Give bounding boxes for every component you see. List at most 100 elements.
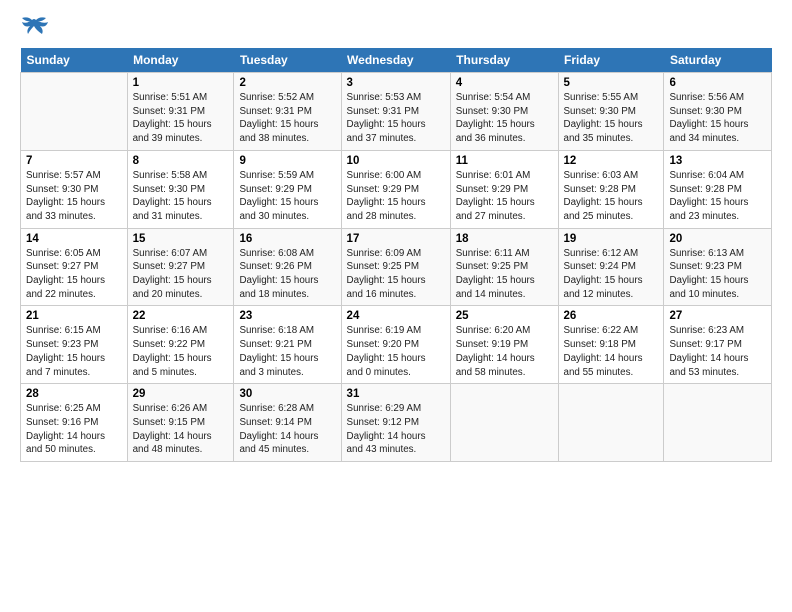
day-number: 1 [133,77,229,89]
calendar-cell: 23Sunrise: 6:18 AMSunset: 9:21 PMDayligh… [234,306,341,384]
day-info: Sunrise: 6:12 AMSunset: 9:24 PMDaylight:… [564,247,659,302]
day-number: 3 [347,77,445,89]
day-info: Sunrise: 6:20 AMSunset: 9:19 PMDaylight:… [456,324,553,379]
day-number: 13 [669,155,766,167]
day-info: Sunrise: 5:53 AMSunset: 9:31 PMDaylight:… [347,91,445,146]
calendar-week-row: 28 Sunrise: 6:25 AMSunset: 9:16 PMDayligh… [21,384,772,462]
calendar-cell: 12 Sunrise: 6:03 AMSunset: 9:28 PMDayligh… [558,150,664,228]
day-number: 26 [564,310,659,322]
calendar-cell: 22 Sunrise: 6:16 AMSunset: 9:22 PMDayligh… [127,306,234,384]
day-number: 25 [456,310,553,322]
day-info: Sunrise: 6:00 AMSunset: 9:29 PMDaylight:… [347,169,445,224]
day-number: 12 [564,155,659,167]
weekday-header: Tuesday [234,48,341,73]
day-number: 22 [133,310,229,322]
weekday-header: Thursday [450,48,558,73]
day-number: 28 [26,388,122,400]
calendar-cell: 29Sunrise: 6:26 AMSunset: 9:15 PMDayligh… [127,384,234,462]
calendar-cell [21,73,128,151]
day-number: 27 [669,310,766,322]
day-number: 21 [26,310,122,322]
calendar-cell: 20 Sunrise: 6:13 AMSunset: 9:23 PMDayligh… [664,228,772,306]
day-number: 19 [564,233,659,245]
day-info: Sunrise: 6:28 AMSunset: 9:14 PMDaylight:… [239,402,335,457]
day-info: Sunrise: 6:15 AMSunset: 9:23 PMDaylight:… [26,324,122,379]
calendar-cell: 27 Sunrise: 6:23 AMSunset: 9:17 PMDayligh… [664,306,772,384]
calendar-cell: 1 Sunrise: 5:51 AMSunset: 9:31 PMDaylight… [127,73,234,151]
logo-bird-icon [22,16,50,38]
day-number: 7 [26,155,122,167]
calendar-cell: 19 Sunrise: 6:12 AMSunset: 9:24 PMDayligh… [558,228,664,306]
calendar-cell: 21 Sunrise: 6:15 AMSunset: 9:23 PMDayligh… [21,306,128,384]
logo [20,16,52,38]
calendar-cell: 7Sunrise: 5:57 AMSunset: 9:30 PMDaylight… [21,150,128,228]
calendar-cell: 13 Sunrise: 6:04 AMSunset: 9:28 PMDayligh… [664,150,772,228]
weekday-header: Friday [558,48,664,73]
day-number: 6 [669,77,766,89]
calendar-table: SundayMondayTuesdayWednesdayThursdayFrid… [20,48,772,462]
calendar-cell: 6Sunrise: 5:56 AMSunset: 9:30 PMDaylight… [664,73,772,151]
calendar-cell: 30 Sunrise: 6:28 AMSunset: 9:14 PMDayligh… [234,384,341,462]
calendar-week-row: 1 Sunrise: 5:51 AMSunset: 9:31 PMDaylight… [21,73,772,151]
calendar-week-row: 21 Sunrise: 6:15 AMSunset: 9:23 PMDayligh… [21,306,772,384]
day-info: Sunrise: 5:59 AMSunset: 9:29 PMDaylight:… [239,169,335,224]
calendar-cell: 24 Sunrise: 6:19 AMSunset: 9:20 PMDayligh… [341,306,450,384]
day-info: Sunrise: 6:05 AMSunset: 9:27 PMDaylight:… [26,247,122,302]
day-info: Sunrise: 6:25 AMSunset: 9:16 PMDaylight:… [26,402,122,457]
day-number: 15 [133,233,229,245]
day-number: 17 [347,233,445,245]
calendar-cell: 25 Sunrise: 6:20 AMSunset: 9:19 PMDayligh… [450,306,558,384]
day-info: Sunrise: 6:11 AMSunset: 9:25 PMDaylight:… [456,247,553,302]
page: SundayMondayTuesdayWednesdayThursdayFrid… [0,0,792,612]
day-number: 14 [26,233,122,245]
calendar-cell: 16 Sunrise: 6:08 AMSunset: 9:26 PMDayligh… [234,228,341,306]
day-info: Sunrise: 6:13 AMSunset: 9:23 PMDaylight:… [669,247,766,302]
day-info: Sunrise: 6:23 AMSunset: 9:17 PMDaylight:… [669,324,766,379]
calendar-cell: 5Sunrise: 5:55 AMSunset: 9:30 PMDaylight… [558,73,664,151]
logo-text [20,16,52,38]
calendar-cell: 14 Sunrise: 6:05 AMSunset: 9:27 PMDayligh… [21,228,128,306]
day-info: Sunrise: 5:54 AMSunset: 9:30 PMDaylight:… [456,91,553,146]
calendar-cell: 2 Sunrise: 5:52 AMSunset: 9:31 PMDaylight… [234,73,341,151]
calendar-cell: 26 Sunrise: 6:22 AMSunset: 9:18 PMDayligh… [558,306,664,384]
calendar-cell: 11Sunrise: 6:01 AMSunset: 9:29 PMDayligh… [450,150,558,228]
day-info: Sunrise: 6:19 AMSunset: 9:20 PMDaylight:… [347,324,445,379]
calendar-cell [558,384,664,462]
day-number: 8 [133,155,229,167]
calendar-cell: 31Sunrise: 6:29 AMSunset: 9:12 PMDayligh… [341,384,450,462]
day-info: Sunrise: 5:51 AMSunset: 9:31 PMDaylight:… [133,91,229,146]
day-info: Sunrise: 5:52 AMSunset: 9:31 PMDaylight:… [239,91,335,146]
calendar-cell: 17 Sunrise: 6:09 AMSunset: 9:25 PMDayligh… [341,228,450,306]
day-info: Sunrise: 6:03 AMSunset: 9:28 PMDaylight:… [564,169,659,224]
day-info: Sunrise: 5:55 AMSunset: 9:30 PMDaylight:… [564,91,659,146]
day-number: 2 [239,77,335,89]
weekday-header: Wednesday [341,48,450,73]
day-number: 11 [456,155,553,167]
day-number: 9 [239,155,335,167]
day-info: Sunrise: 6:22 AMSunset: 9:18 PMDaylight:… [564,324,659,379]
day-number: 10 [347,155,445,167]
day-info: Sunrise: 6:04 AMSunset: 9:28 PMDaylight:… [669,169,766,224]
day-info: Sunrise: 6:16 AMSunset: 9:22 PMDaylight:… [133,324,229,379]
calendar-week-row: 7Sunrise: 5:57 AMSunset: 9:30 PMDaylight… [21,150,772,228]
calendar-cell: 8 Sunrise: 5:58 AMSunset: 9:30 PMDaylight… [127,150,234,228]
calendar-cell: 28 Sunrise: 6:25 AMSunset: 9:16 PMDayligh… [21,384,128,462]
day-info: Sunrise: 6:08 AMSunset: 9:26 PMDaylight:… [239,247,335,302]
day-number: 24 [347,310,445,322]
weekday-header-row: SundayMondayTuesdayWednesdayThursdayFrid… [21,48,772,73]
calendar-week-row: 14 Sunrise: 6:05 AMSunset: 9:27 PMDayligh… [21,228,772,306]
day-number: 20 [669,233,766,245]
calendar-cell: 4Sunrise: 5:54 AMSunset: 9:30 PMDaylight… [450,73,558,151]
day-number: 30 [239,388,335,400]
day-info: Sunrise: 6:09 AMSunset: 9:25 PMDaylight:… [347,247,445,302]
day-info: Sunrise: 5:58 AMSunset: 9:30 PMDaylight:… [133,169,229,224]
weekday-header: Saturday [664,48,772,73]
calendar-cell: 9 Sunrise: 5:59 AMSunset: 9:29 PMDaylight… [234,150,341,228]
day-info: Sunrise: 6:07 AMSunset: 9:27 PMDaylight:… [133,247,229,302]
calendar-cell: 10 Sunrise: 6:00 AMSunset: 9:29 PMDayligh… [341,150,450,228]
day-number: 16 [239,233,335,245]
day-number: 31 [347,388,445,400]
day-info: Sunrise: 6:18 AMSunset: 9:21 PMDaylight:… [239,324,335,379]
weekday-header: Monday [127,48,234,73]
calendar-cell [450,384,558,462]
